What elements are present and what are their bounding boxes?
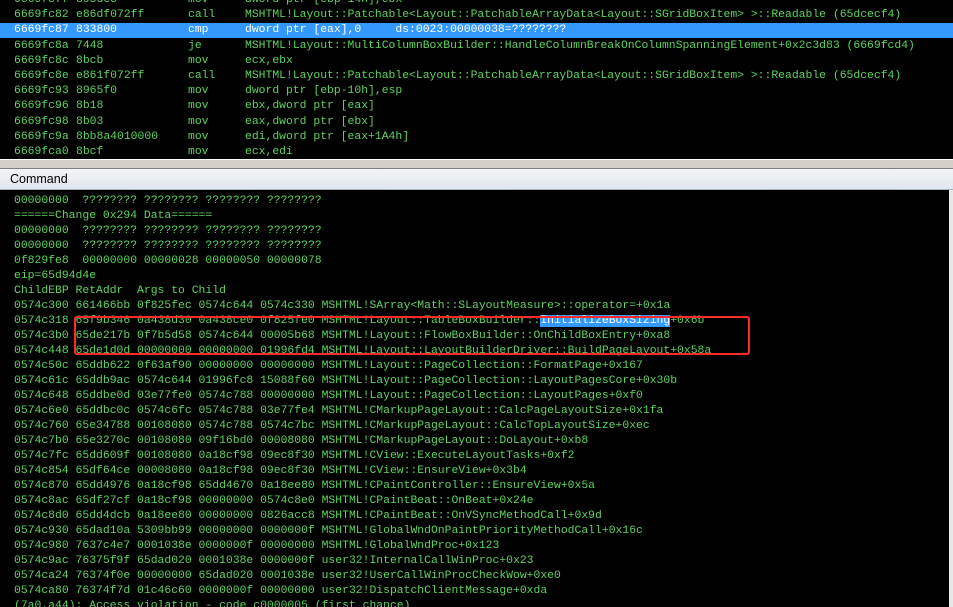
disasm-address: 6669fc8c bbox=[14, 54, 69, 67]
output-line: 0574c8ac 65df27cf 0a18cf98 00000000 0574… bbox=[14, 495, 534, 507]
disasm-address: 6669fc93 bbox=[14, 85, 69, 98]
output-line: 0574c854 65df64ce 00008080 0a18cf98 09ec… bbox=[14, 465, 527, 477]
output-line: 00000000 ???????? ???????? ???????? ????… bbox=[14, 240, 322, 252]
disassembly-pane[interactable]: 6669fc7f 895dec mov dword ptr [ebp-14h],ebx… bbox=[0, 0, 953, 159]
disasm-bytes: 895dec bbox=[76, 0, 118, 6]
output-line: 0574c300 661466bb 0f825fec 0574c644 0574… bbox=[14, 300, 671, 312]
output-line: 00000000 ???????? ???????? ???????? ????… bbox=[14, 195, 322, 207]
disasm-mnemonic: mov bbox=[188, 130, 209, 143]
disasm-mnemonic: call bbox=[188, 70, 216, 82]
disasm-operands: dword ptr [ebp-10h],esp bbox=[245, 85, 403, 98]
output-line: 0f829fe8 00000000 00000028 00000050 0000… bbox=[14, 255, 322, 267]
disasm-row[interactable]: 6669fc93 8965f0 mov dword ptr [ebp-10h],esp bbox=[0, 84, 953, 99]
disasm-address: 6669fc9a bbox=[14, 130, 69, 143]
output-line: 0574ca80 76374f7d 01c46c60 0000000f 0000… bbox=[14, 585, 548, 597]
output-line: (7a0.a44): Access violation - code c0000… bbox=[14, 600, 411, 607]
disasm-operands: MSHTML!Layout::Patchable<Layout::Patchab… bbox=[245, 70, 902, 82]
output-line: 0574c980 7637c4e7 0001038e 0000000f 0000… bbox=[14, 540, 500, 552]
disasm-mnemonic: mov bbox=[188, 146, 209, 158]
disasm-bytes: 8bcb bbox=[76, 54, 104, 67]
output-line: 0574c9ac 76375f9f 65dad020 0001038e 0000… bbox=[14, 555, 534, 567]
disasm-operands: eax,dword ptr [ebx] bbox=[245, 115, 375, 128]
disasm-operands: MSHTML!Layout::MultiColumnBoxBuilder::Ha… bbox=[245, 39, 915, 52]
disasm-mnemonic: mov bbox=[188, 85, 209, 98]
output-line: 00000000 ???????? ???????? ???????? ????… bbox=[14, 225, 322, 237]
disasm-address: 6669fc82 bbox=[14, 9, 69, 22]
disasm-bytes: 833800 bbox=[76, 24, 118, 37]
output-line: 0574c61c 65ddb9ac 0574c644 01996fc8 1508… bbox=[14, 375, 678, 387]
disasm-mnemonic: mov bbox=[188, 100, 209, 113]
disasm-mnemonic: call bbox=[188, 9, 216, 22]
output-line: ChildEBP RetAddr Args to Child bbox=[14, 285, 226, 297]
disasm-operands: dword ptr [ebp-14h],ebx bbox=[245, 0, 403, 6]
disasm-operands: ecx,edi bbox=[245, 146, 293, 158]
output-line: 0574c7fc 65dd609f 00108080 0a18cf98 09ec… bbox=[14, 450, 575, 462]
disasm-bytes: 8b03 bbox=[76, 115, 104, 128]
disasm-row[interactable]: 6669fc87 833800 cmp dword ptr [eax],0 ds:00… bbox=[0, 23, 953, 39]
disasm-address: 6669fc98 bbox=[14, 115, 69, 128]
command-output[interactable]: 00000000 ???????? ???????? ???????? ????… bbox=[0, 190, 953, 607]
output-line: 0574c870 65dd4976 0a18cf98 65dd4670 0a18… bbox=[14, 480, 596, 492]
output-line: 0574c7b0 65e3270c 00108080 09f16bd0 0000… bbox=[14, 435, 589, 447]
disasm-mnemonic: mov bbox=[188, 115, 209, 128]
pane-splitter[interactable] bbox=[0, 159, 953, 169]
disasm-address: 6669fc87 bbox=[14, 24, 69, 37]
output-line: 0574c930 65dad10a 5309bb99 00000000 0000… bbox=[14, 525, 643, 537]
disasm-bytes: 8b18 bbox=[76, 100, 104, 113]
output-line: 0574c648 65ddbe0d 03e77fe0 0574c788 0000… bbox=[14, 390, 643, 402]
disasm-operands: ebx,dword ptr [eax] bbox=[245, 100, 375, 113]
disasm-row[interactable]: 6669fc82 e86df072ff call MSHTML!Layout::Pat… bbox=[0, 8, 953, 23]
disasm-row[interactable]: 6669fc8c 8bcb mov ecx,ebx bbox=[0, 54, 953, 69]
disasm-address: 6669fc96 bbox=[14, 100, 69, 113]
disasm-row[interactable]: 6669fc9a 8bb8a4010000 mov edi,dword ptr [ea… bbox=[0, 130, 953, 145]
disasm-operands: edi,dword ptr [eax+1A4h] bbox=[245, 130, 410, 143]
command-window-header: Command bbox=[0, 169, 953, 190]
disasm-operands: ecx,ebx bbox=[245, 54, 293, 67]
disasm-address: 6669fc8e bbox=[14, 70, 69, 82]
disasm-mnemonic: cmp bbox=[188, 24, 209, 37]
disasm-mnemonic: mov bbox=[188, 54, 209, 67]
disasm-bytes: e861f072ff bbox=[76, 70, 145, 82]
output-line: 0574c6e0 65ddbc0c 0574c6fc 0574c788 03e7… bbox=[14, 405, 664, 417]
disasm-row[interactable]: 6669fca0 8bcf mov ecx,edi bbox=[0, 145, 953, 159]
disasm-bytes: 8bcf bbox=[76, 146, 104, 158]
disasm-mnemonic: mov bbox=[188, 0, 209, 6]
disasm-address: 6669fc7f bbox=[14, 0, 69, 6]
scrollbar[interactable] bbox=[949, 190, 953, 607]
annotation-highlight-box bbox=[74, 316, 750, 355]
disasm-row[interactable]: 6669fc96 8b18 mov ebx,dword ptr [eax] bbox=[0, 99, 953, 114]
disasm-row[interactable]: 6669fc98 8b03 mov eax,dword ptr [ebx] bbox=[0, 115, 953, 130]
disasm-row[interactable]: 6669fc7f 895dec mov dword ptr [ebp-14h],ebx bbox=[0, 0, 953, 8]
command-output-lines: 00000000 ???????? ???????? ???????? ????… bbox=[14, 194, 711, 607]
disasm-operands: dword ptr [eax],0 ds:0023:00000038=?????… bbox=[245, 24, 567, 37]
disasm-operands: MSHTML!Layout::Patchable<Layout::Patchab… bbox=[245, 9, 902, 22]
disasm-mnemonic: je bbox=[188, 39, 202, 52]
disasm-bytes: 8bb8a4010000 bbox=[76, 130, 159, 143]
output-line: eip=65d94d4e bbox=[14, 270, 97, 282]
disasm-bytes: 8965f0 bbox=[76, 85, 118, 98]
disasm-row[interactable]: 6669fc8a 7448 je MSHTML!Layout::MultiColumn… bbox=[0, 39, 953, 54]
output-line: 0574c8d0 65dd4dcb 0a18ee80 00000000 0826… bbox=[14, 510, 602, 522]
command-window-title: Command bbox=[10, 172, 68, 186]
disasm-address: 6669fca0 bbox=[14, 146, 69, 158]
disasm-row[interactable]: 6669fc8e e861f072ff call MSHTML!Layout::Pat… bbox=[0, 69, 953, 84]
disasm-address: 6669fc8a bbox=[14, 39, 69, 52]
disasm-bytes: 7448 bbox=[76, 39, 104, 52]
output-line: ======Change 0x294 Data====== bbox=[14, 210, 213, 222]
disasm-bytes: e86df072ff bbox=[76, 9, 145, 22]
output-line: 0574ca24 76374f0e 00000000 65dad020 0001… bbox=[14, 570, 561, 582]
output-line: 0574c50c 65ddb622 0f63af90 00000000 0000… bbox=[14, 360, 643, 372]
output-line: 0574c760 65e34788 00108080 0574c788 0574… bbox=[14, 420, 650, 432]
